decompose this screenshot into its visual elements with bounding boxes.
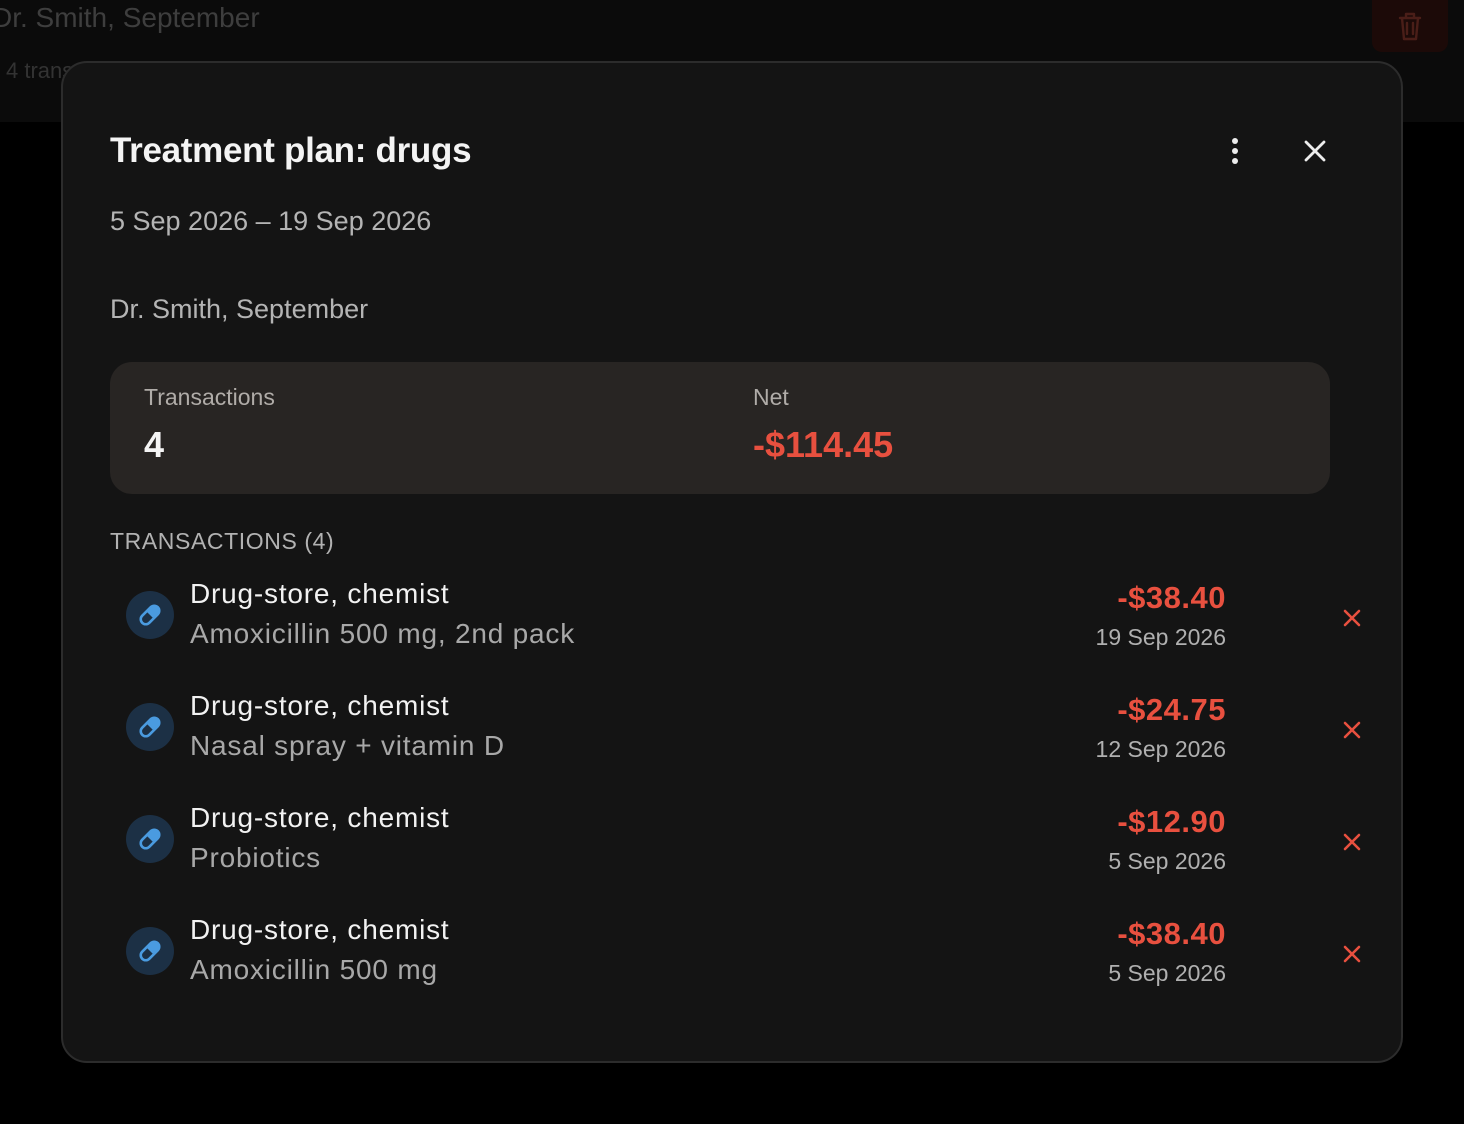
transaction-row[interactable]: Drug-store, chemist Probiotics -$12.90 5… [110,788,1361,900]
transaction-date: 5 Sep 2026 [1108,848,1226,874]
transaction-date: 12 Sep 2026 [1095,736,1226,762]
close-icon [1304,140,1326,162]
transaction-row[interactable]: Drug-store, chemist Amoxicillin 500 mg, … [110,564,1361,676]
more-options-button[interactable] [1211,127,1259,175]
transaction-description: Amoxicillin 500 mg [190,954,438,985]
more-vertical-icon [1232,138,1238,164]
pill-icon [126,927,174,975]
close-icon [1343,609,1361,627]
remove-transaction-button[interactable] [1328,594,1376,642]
transaction-description: Nasal spray + vitamin D [190,730,505,761]
date-range: 5 Sep 2026 – 19 Sep 2026 [110,206,432,236]
close-icon [1343,945,1361,963]
transaction-category: Drug-store, chemist [190,802,450,833]
trash-icon [1398,12,1422,41]
net-label: Net [753,384,789,410]
background-delete-button [1372,0,1448,52]
remove-transaction-button[interactable] [1328,818,1376,866]
transaction-row[interactable]: Drug-store, chemist Amoxicillin 500 mg -… [110,900,1361,1012]
transaction-date: 5 Sep 2026 [1108,960,1226,986]
background-item-title: Dr. Smith, September [0,2,260,33]
transactions-count-label: Transactions [144,384,275,410]
transaction-category: Drug-store, chemist [190,690,450,721]
remove-transaction-button[interactable] [1328,706,1376,754]
pill-icon [126,703,174,751]
summary-card: Transactions 4 Net -$114.45 [110,362,1330,494]
plan-note: Dr. Smith, September [110,294,369,324]
close-icon [1343,721,1361,739]
treatment-plan-dialog: Treatment plan: drugs 5 Sep 2026 – 19 Se… [61,61,1403,1063]
transactions-count-value: 4 [144,424,165,465]
close-icon [1343,833,1361,851]
dialog-title: Treatment plan: drugs [110,131,472,170]
transactions-list: Drug-store, chemist Amoxicillin 500 mg, … [110,564,1361,1012]
pill-icon [126,591,174,639]
transaction-amount: -$12.90 [1117,804,1226,839]
remove-transaction-button[interactable] [1328,930,1376,978]
transaction-amount: -$38.40 [1117,916,1226,951]
transaction-category: Drug-store, chemist [190,578,450,609]
transaction-date: 19 Sep 2026 [1095,624,1226,650]
transaction-amount: -$24.75 [1117,692,1226,727]
transactions-section-title: TRANSACTIONS (4) [110,528,335,554]
transaction-description: Probiotics [190,842,321,873]
transaction-description: Amoxicillin 500 mg, 2nd pack [190,618,576,649]
pill-icon [126,815,174,863]
transaction-category: Drug-store, chemist [190,914,450,945]
transaction-row[interactable]: Drug-store, chemist Nasal spray + vitami… [110,676,1361,788]
close-button[interactable] [1291,127,1339,175]
transaction-amount: -$38.40 [1117,580,1226,615]
net-value: -$114.45 [753,424,894,465]
